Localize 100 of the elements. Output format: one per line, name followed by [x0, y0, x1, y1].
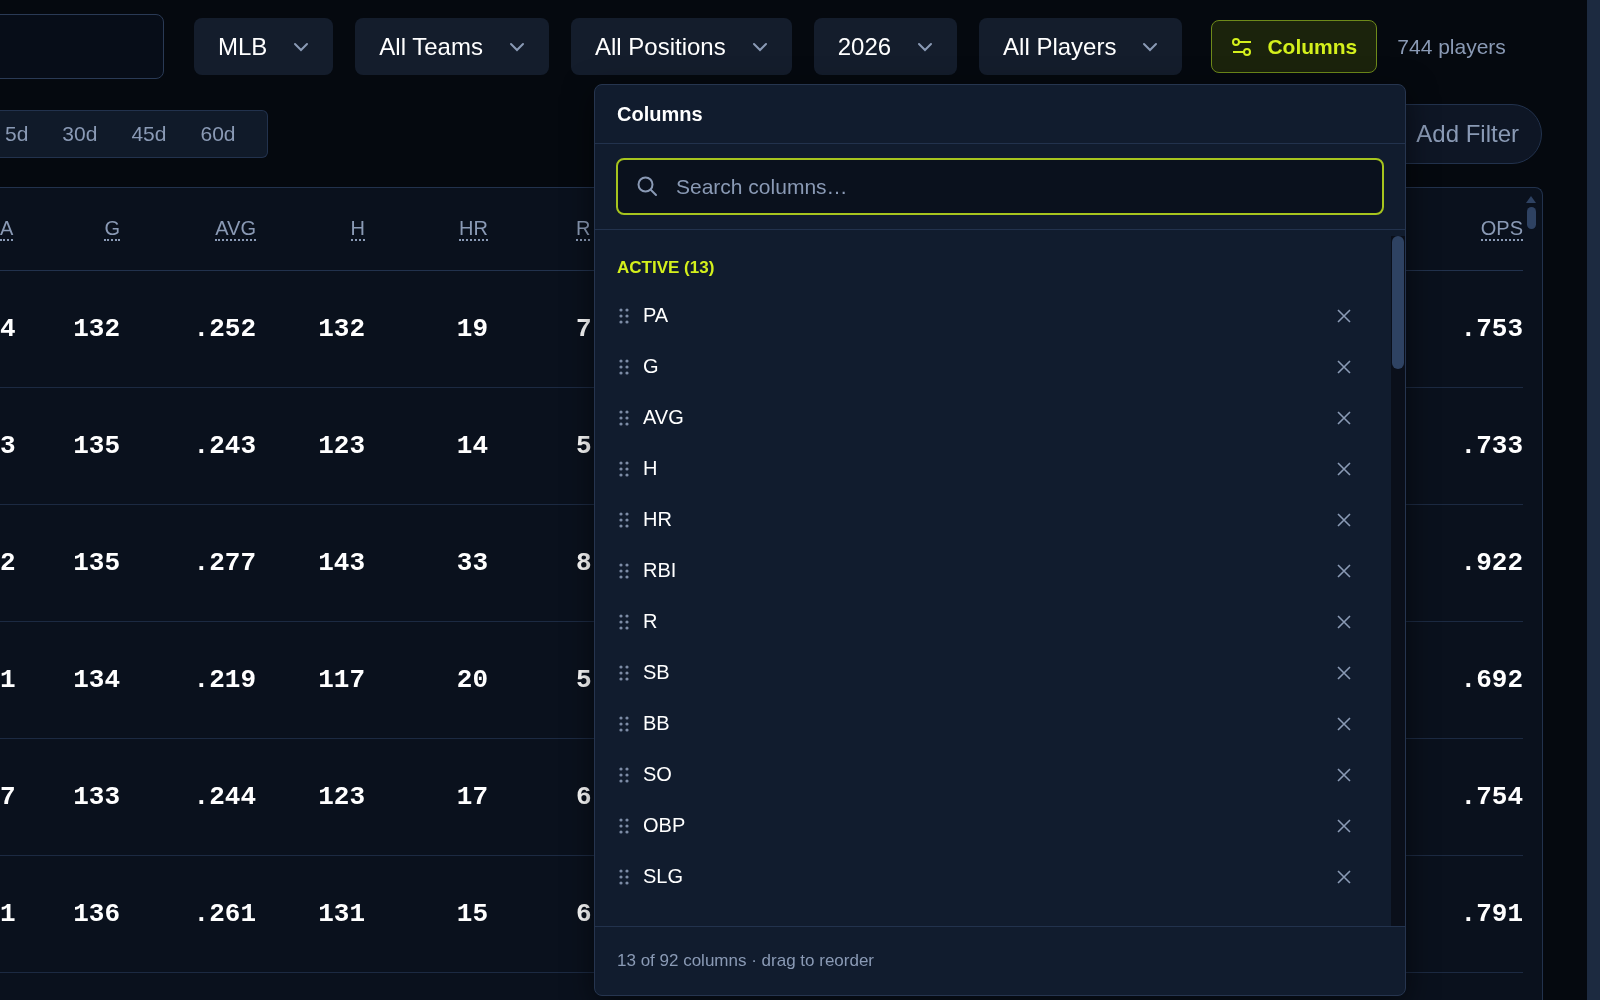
table-cell: 7	[576, 314, 592, 344]
table-cell: 123	[318, 782, 365, 812]
table-cell: .753	[1460, 314, 1523, 344]
chevron-down-icon	[751, 41, 768, 52]
period-option[interactable]: 30d	[45, 122, 115, 146]
table-cell: 7	[0, 782, 16, 812]
table-cell: 3	[0, 431, 16, 461]
table-cell: 4	[0, 314, 16, 344]
drag-handle-icon[interactable]	[619, 460, 629, 477]
table-cell: .791	[1460, 899, 1523, 929]
filter-dropdown[interactable]: MLB	[194, 18, 334, 75]
table-cell: .754	[1460, 782, 1523, 812]
search-field[interactable]	[0, 14, 164, 79]
close-icon[interactable]	[1337, 818, 1351, 833]
chevron-down-icon	[917, 41, 934, 52]
column-name: SLG	[643, 865, 685, 888]
column-name: SO	[643, 763, 673, 786]
column-header[interactable]: A	[0, 217, 14, 241]
columns-button[interactable]: Columns	[1211, 20, 1378, 73]
table-cell: 8	[576, 548, 592, 578]
column-name: HR	[643, 508, 673, 531]
table-cell: 143	[318, 548, 365, 578]
menu-title: Columns	[617, 102, 703, 126]
column-header[interactable]: AVG	[215, 217, 256, 241]
column-name: SB	[643, 661, 671, 684]
close-icon[interactable]	[1337, 563, 1351, 578]
table-cell: 5	[576, 665, 592, 695]
table-cell: 132	[318, 314, 365, 344]
period-option[interactable]: 5d	[0, 122, 46, 146]
table-cell: .261	[193, 899, 256, 929]
drag-handle-icon[interactable]	[619, 358, 629, 375]
column-name: OBP	[643, 814, 687, 837]
drag-handle-icon[interactable]	[619, 817, 629, 834]
table-cell: 20	[456, 665, 488, 695]
table-cell: 1	[0, 665, 16, 695]
filter-dropdown[interactable]: All Positions	[570, 18, 792, 75]
column-header[interactable]: OPS	[1480, 217, 1523, 241]
drag-handle-icon[interactable]	[619, 613, 629, 630]
table-cell: 19	[456, 314, 488, 344]
column-name: H	[643, 457, 659, 480]
drag-handle-icon[interactable]	[619, 409, 629, 426]
column-name: AVG	[643, 406, 685, 429]
table-cell: 33	[456, 548, 488, 578]
menu-footer: 13 of 92 columns · drag to reorder	[617, 951, 875, 971]
close-icon[interactable]	[1337, 461, 1351, 476]
chevron-down-icon	[1142, 41, 1159, 52]
table-cell: 131	[318, 899, 365, 929]
close-icon[interactable]	[1337, 767, 1351, 782]
column-header[interactable]: R	[576, 217, 591, 241]
close-icon[interactable]	[1337, 716, 1351, 731]
close-icon[interactable]	[1337, 308, 1351, 323]
period-option[interactable]: 60d	[183, 122, 253, 146]
column-name: BB	[643, 712, 671, 735]
table-cell: 135	[73, 431, 120, 461]
close-icon[interactable]	[1337, 614, 1351, 629]
close-icon[interactable]	[1337, 869, 1351, 884]
table-cell: 117	[318, 665, 365, 695]
table-cell: 5	[576, 431, 592, 461]
table-cell: .252	[193, 314, 256, 344]
table-cell: 1	[0, 899, 16, 929]
column-header[interactable]: G	[104, 217, 120, 241]
table-cell: .219	[193, 665, 256, 695]
filter-dropdown[interactable]: All Teams	[355, 18, 549, 75]
drag-handle-icon[interactable]	[619, 766, 629, 783]
table-cell: .733	[1460, 431, 1523, 461]
table-cell: 136	[73, 899, 120, 929]
period-option[interactable]: 45d	[114, 122, 184, 146]
table-cell: .243	[193, 431, 256, 461]
drag-handle-icon[interactable]	[619, 511, 629, 528]
table-cell: 17	[456, 782, 488, 812]
player-count: 744 players	[1397, 34, 1506, 59]
close-icon[interactable]	[1337, 410, 1351, 425]
column-header[interactable]: HR	[459, 217, 488, 241]
close-icon[interactable]	[1337, 665, 1351, 680]
chevron-down-icon	[293, 41, 310, 52]
section-label: ACTIVE (13)	[616, 258, 716, 278]
table-cell: 133	[73, 782, 120, 812]
search-icon	[636, 175, 658, 197]
drag-handle-icon[interactable]	[619, 562, 629, 579]
filter-dropdown[interactable]: All Players	[979, 18, 1183, 75]
drag-handle-icon[interactable]	[619, 307, 629, 324]
filter-dropdown[interactable]: 2026	[813, 18, 958, 75]
table-cell: 132	[73, 314, 120, 344]
drag-handle-icon[interactable]	[619, 664, 629, 681]
table-cell: .692	[1460, 665, 1523, 695]
table-cell: 6	[576, 782, 592, 812]
column-header[interactable]: H	[350, 217, 365, 241]
chevron-down-icon	[508, 41, 525, 52]
sliders-icon	[1231, 36, 1254, 57]
drag-handle-icon[interactable]	[619, 868, 629, 885]
table-scrollbar[interactable]	[1526, 196, 1536, 229]
drag-handle-icon[interactable]	[619, 715, 629, 732]
page-scrollbar[interactable]	[1587, 0, 1600, 1000]
table-cell: 134	[73, 665, 120, 695]
table-cell: 123	[318, 431, 365, 461]
search-columns-field[interactable]: Search columns…	[616, 158, 1384, 215]
close-icon[interactable]	[1337, 359, 1351, 374]
close-icon[interactable]	[1337, 512, 1351, 527]
menu-scrollbar[interactable]	[1391, 236, 1405, 926]
table-cell: .277	[193, 548, 256, 578]
